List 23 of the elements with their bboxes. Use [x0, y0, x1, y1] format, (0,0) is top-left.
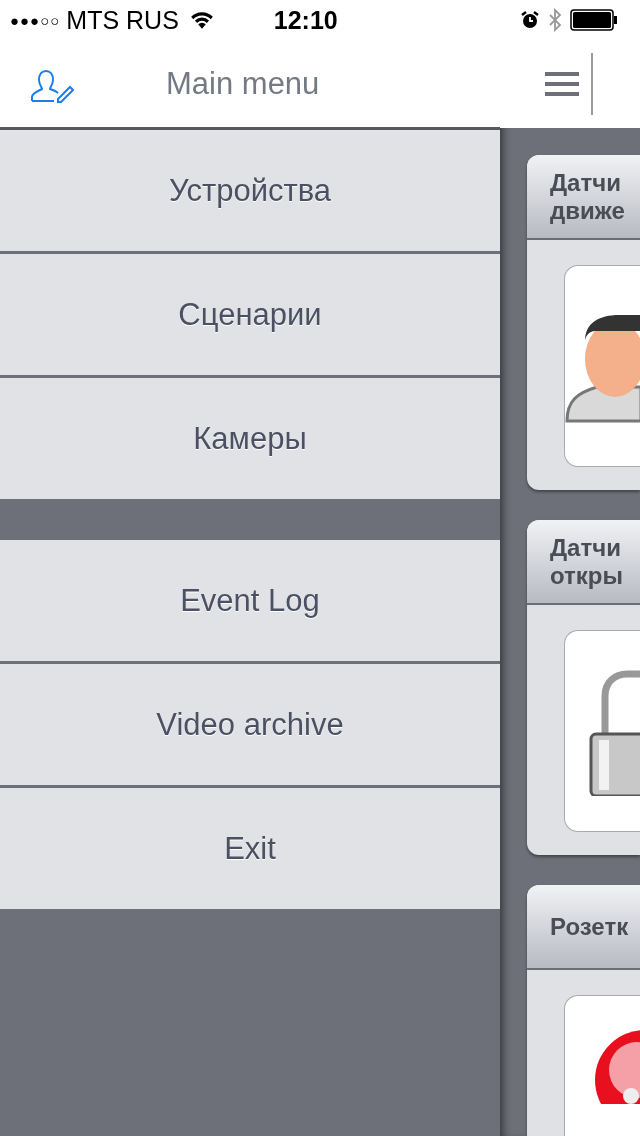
device-card[interactable]: Датчи движе — [527, 155, 640, 490]
wifi-icon — [188, 10, 215, 30]
clock-time: 12:10 — [273, 5, 338, 35]
card-title: Датчи — [550, 168, 622, 197]
battery-icon — [570, 9, 618, 31]
card-title: откры — [550, 561, 624, 590]
alarm-icon — [520, 10, 540, 30]
bluetooth-icon — [548, 8, 562, 32]
device-card[interactable]: Розетк — [527, 885, 640, 1136]
card-title: движе — [550, 196, 626, 225]
device-card[interactable]: Датчи откры — [527, 520, 640, 855]
menu-item[interactable]: Exit — [0, 788, 500, 909]
card-title: Розетк — [550, 912, 630, 941]
menu-item[interactable]: Камеры — [0, 378, 500, 499]
menu-item[interactable]: Сценарии — [0, 254, 500, 375]
signal-strength: ●●●○○ — [10, 11, 61, 29]
nav-title: Main menu — [166, 65, 320, 102]
menu-item[interactable]: Event Log — [0, 540, 500, 661]
menu-item[interactable]: Устройства — [0, 130, 500, 251]
card-title: Датчи — [550, 533, 622, 562]
menu-icon[interactable] — [545, 71, 579, 97]
carrier-name: MTS RUS — [66, 5, 179, 35]
menu-item[interactable]: Video archive — [0, 664, 500, 785]
